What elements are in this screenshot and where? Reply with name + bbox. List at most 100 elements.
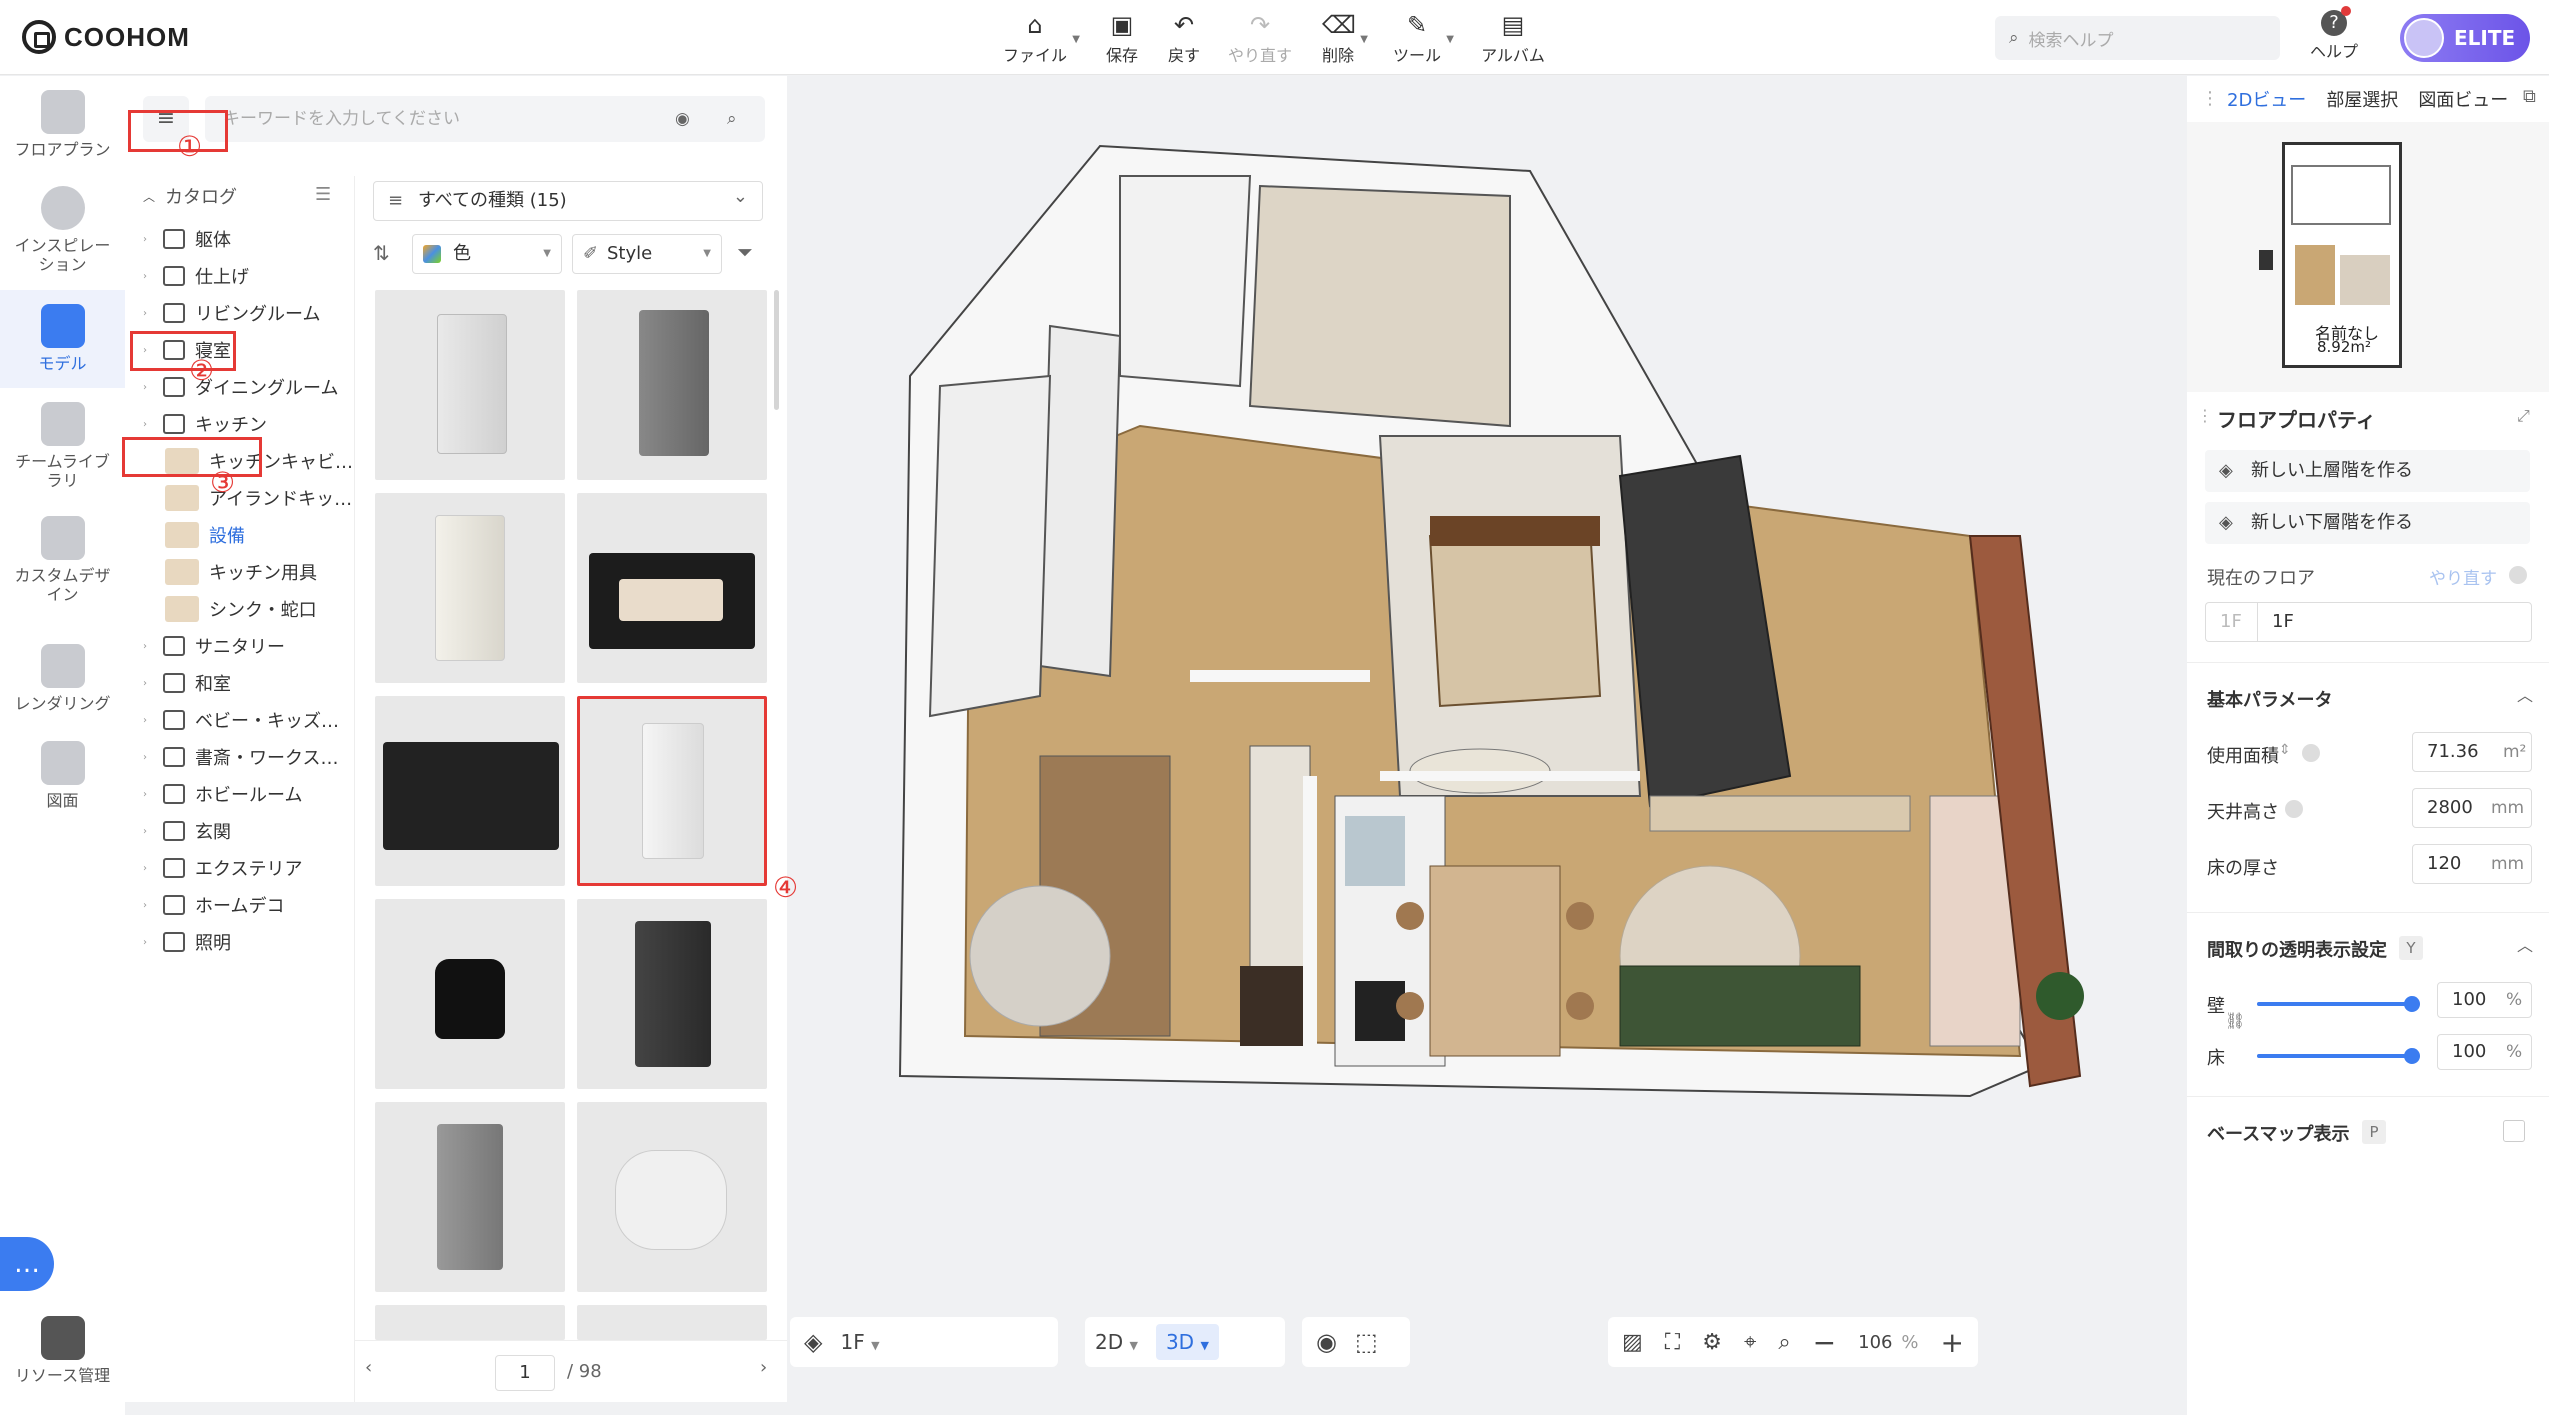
zoom-in-button[interactable]: + — [1941, 1326, 1964, 1359]
floor-slider-track[interactable] — [2257, 1048, 2420, 1064]
save-button[interactable]: ▣ 保存 — [1090, 8, 1154, 68]
delete-button[interactable]: ⌫ 削除 ▼ — [1318, 8, 1368, 68]
rail-team-library[interactable]: チームライブラリ — [0, 402, 125, 502]
rail-rendering[interactable]: レンダリング — [0, 644, 125, 724]
category-item[interactable]: › ホビールーム — [143, 774, 302, 814]
expand-panel-icon[interactable]: ⧉ — [2523, 86, 2536, 107]
rail-floorplan[interactable]: フロアプラン — [0, 90, 125, 170]
zoom-out-button[interactable]: − — [1813, 1326, 1836, 1359]
drag-handle-icon[interactable]: ⋮ — [2201, 88, 2219, 109]
minimap[interactable]: 名前なし 8.92m² — [2187, 122, 2549, 392]
next-page-icon[interactable]: › — [760, 1357, 767, 1378]
basemap-checkbox[interactable] — [2503, 1120, 2525, 1142]
category-item[interactable]: › ホームデコ — [143, 885, 284, 925]
area-input[interactable]: 71.36 m² — [2412, 732, 2532, 772]
focus-icon[interactable]: ⌖ — [1744, 1330, 1756, 1355]
create-lower-floor-button[interactable]: ◈ 新しい下層階を作る — [2205, 502, 2530, 544]
help-button[interactable]: ? ヘルプ — [2310, 6, 2358, 62]
type-filter-select[interactable]: すべての種類 (15) — [373, 178, 763, 221]
view-3d-button[interactable]: 3D ▼ — [1155, 1324, 1219, 1360]
prev-page-icon[interactable]: ‹ — [365, 1357, 372, 1378]
album-button[interactable]: ▤ アルバム — [1478, 8, 1548, 68]
view-2d-button[interactable]: 2D ▼ — [1095, 1330, 1138, 1354]
expand-icon[interactable]: ⤢ — [2517, 406, 2530, 426]
tools-menu-button[interactable]: ✎ ツール ▼ — [1390, 8, 1454, 68]
chevron-up-icon[interactable]: ︿ — [2517, 932, 2533, 956]
filter-list-icon[interactable]: ☰ — [315, 184, 331, 205]
3d-viewport[interactable]: ◈ 1F ▼ 2D ▼ 3D ▼ ◉ ⬚ ▨ ⛶ ⚙ ⌖ ⌕ − 106% + — [790, 76, 2185, 1415]
search-icon[interactable]: ⌕ — [727, 96, 737, 142]
style-filter-select[interactable]: ✐ Style ▼ — [572, 234, 722, 274]
product-partial-1[interactable] — [375, 1305, 565, 1340]
help-search-input[interactable]: ⌕ 検索ヘルプ — [1995, 16, 2280, 60]
product-toaster-oven[interactable] — [577, 493, 767, 683]
minimap-camera-marker[interactable] — [2259, 250, 2273, 270]
rail-custom-design[interactable]: カスタムデザイン — [0, 516, 125, 616]
product-partial-2[interactable] — [577, 1305, 767, 1340]
product-fridge-black[interactable] — [577, 899, 767, 1089]
category-item[interactable]: › 照明 — [143, 922, 231, 962]
page-number-input[interactable]: 1 — [495, 1355, 555, 1391]
grid-scrollbar[interactable] — [774, 290, 779, 410]
coohom-logo[interactable]: COOHOM — [22, 20, 190, 54]
category-item[interactable]: 設備 — [165, 515, 245, 555]
eye-icon[interactable]: ◉ — [1316, 1328, 1337, 1356]
sort-icon[interactable]: ⇅ — [373, 241, 390, 265]
account-elite-badge[interactable]: ELITE — [2400, 14, 2530, 62]
category-item[interactable]: › リビングルーム — [143, 293, 320, 333]
product-fridge-grey[interactable] — [577, 290, 767, 480]
product-fridge-compact-white[interactable] — [577, 696, 767, 886]
create-upper-floor-button[interactable]: ◈ 新しい上層階を作る — [2205, 450, 2530, 492]
wall-opacity-input[interactable]: 100 % — [2437, 982, 2532, 1018]
settings-view-icon[interactable]: ⚙ — [1702, 1330, 1722, 1355]
rail-drawings[interactable]: 図面 — [0, 741, 125, 821]
rail-model[interactable]: モデル — [0, 290, 125, 388]
category-item[interactable]: キッチン用具 — [165, 552, 317, 592]
product-kettle[interactable] — [375, 899, 565, 1089]
floor-name-input[interactable]: 1F — [2257, 602, 2532, 642]
tab-room-select[interactable]: 部屋選択 — [2326, 86, 2398, 112]
category-item[interactable]: › ベビー・キッズ… — [143, 700, 339, 740]
product-microwave[interactable] — [375, 696, 565, 886]
category-item[interactable]: › 書斎・ワークス… — [143, 737, 338, 777]
category-item[interactable]: › サニタリー — [143, 626, 285, 666]
floor-opacity-input[interactable]: 100 % — [2437, 1034, 2532, 1070]
funnel-filter-icon[interactable]: ⏷ — [737, 240, 753, 264]
box-display-icon[interactable]: ⬚ — [1355, 1328, 1378, 1356]
layers-icon[interactable]: ◈ — [804, 1328, 822, 1356]
product-fridge-ivory[interactable] — [375, 493, 565, 683]
rail-inspiration[interactable]: インスピレーション — [0, 186, 125, 296]
color-filter-select[interactable]: 色 ▼ — [412, 234, 562, 274]
keyword-search-input[interactable]: キーワードを入力してください ◉ ⌕ — [205, 96, 765, 142]
zoom-input[interactable]: 106% — [1858, 1332, 1918, 1353]
product-rice-cooker[interactable] — [577, 1102, 767, 1292]
chevron-up-icon[interactable]: ︿ — [2517, 682, 2533, 706]
floor-slider-knob[interactable] — [2404, 1048, 2420, 1064]
tab-2d-view[interactable]: 2Dビュー — [2227, 86, 2306, 112]
zoom-region-icon[interactable]: ⌕ — [1778, 1330, 1790, 1355]
product-fridge-french-white[interactable] — [375, 290, 565, 480]
catalog-header[interactable]: ︿ カタログ — [143, 176, 237, 216]
floor-thickness-input[interactable]: 120 mm — [2412, 844, 2532, 884]
camera-search-icon[interactable]: ◉ — [675, 96, 690, 142]
image-icon[interactable]: ▨ — [1622, 1330, 1643, 1355]
drag-handle-icon[interactable]: ⋮ — [2197, 406, 2213, 425]
category-item[interactable]: › 和室 — [143, 663, 231, 703]
undo-link[interactable]: やり直す — [2429, 564, 2497, 589]
file-menu-button[interactable]: ⌂ ファイル ▼ — [1000, 8, 1080, 68]
tab-drawing-view[interactable]: 図面ビュー — [2418, 86, 2508, 112]
category-item[interactable]: › エクステリア — [143, 848, 302, 888]
link-icon[interactable]: ⛓ — [2225, 1011, 2245, 1030]
category-item[interactable]: › 玄関 — [143, 811, 231, 851]
fit-view-icon[interactable]: ⛶ — [1665, 1330, 1680, 1355]
chat-support-button[interactable]: … — [0, 1237, 54, 1291]
category-item[interactable]: › 仕上げ — [143, 256, 249, 296]
category-item[interactable]: シンク・蛇口 — [165, 589, 317, 629]
rail-resource-mgmt[interactable]: リソース管理 — [0, 1316, 125, 1396]
category-item[interactable]: › ダイニングルーム — [143, 367, 338, 407]
undo-button[interactable]: ↶ 戻す — [1165, 8, 1203, 68]
redo-button[interactable]: ↷ やり直す — [1225, 8, 1295, 68]
category-item[interactable]: › 躯体 — [143, 219, 231, 259]
category-item[interactable]: アイランドキッ… — [165, 478, 352, 518]
wall-slider-track[interactable] — [2257, 996, 2420, 1012]
